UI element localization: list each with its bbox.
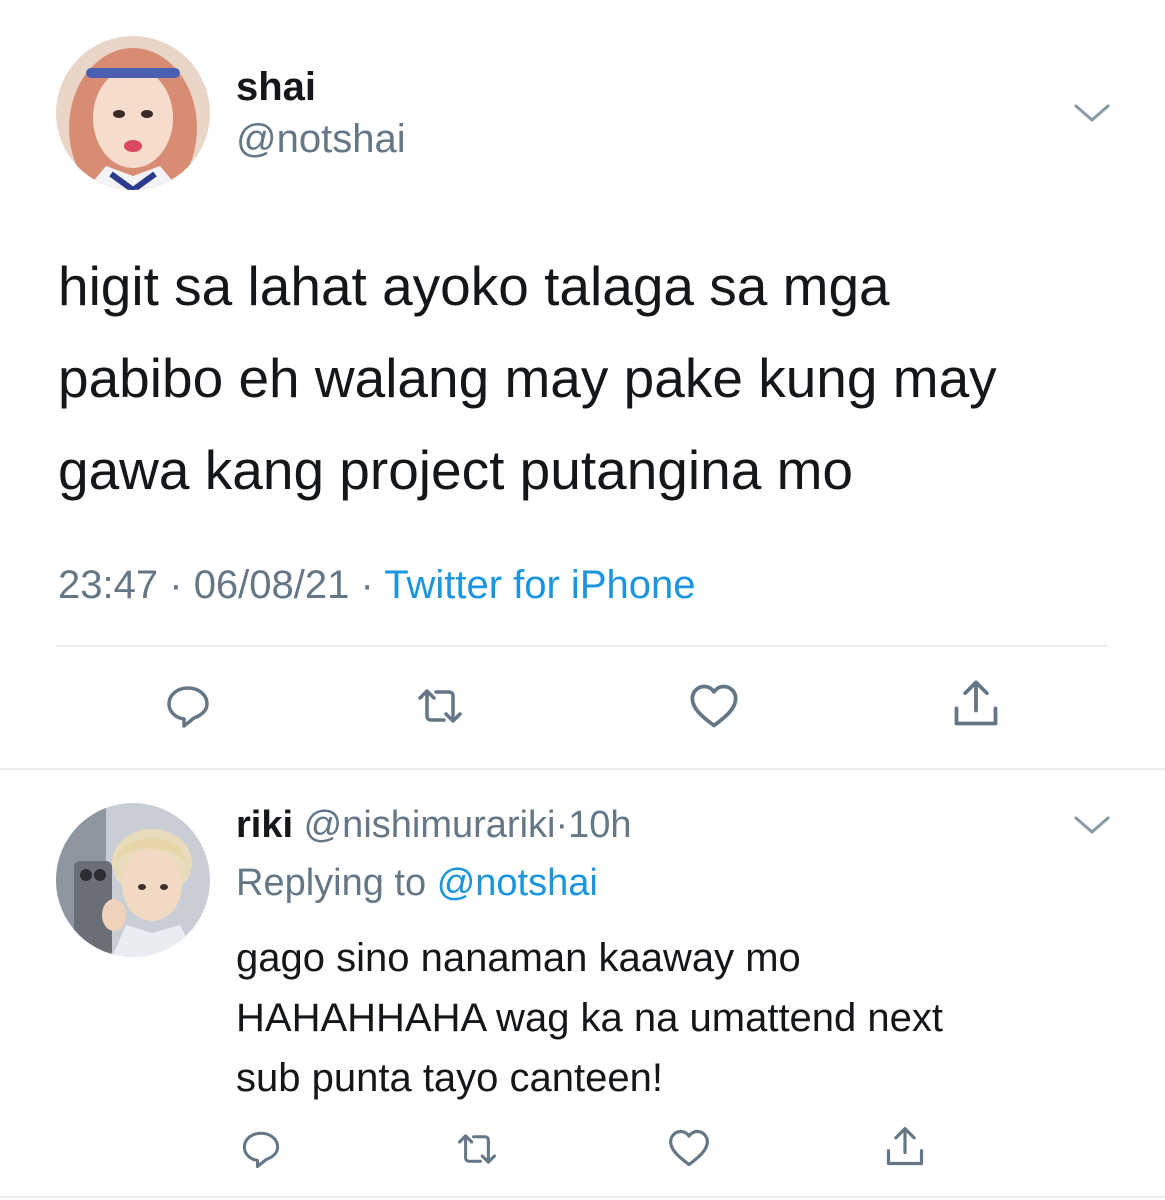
like-icon bbox=[690, 684, 738, 728]
tweet-text-line: pabibo eh walang may pake kung may bbox=[58, 347, 997, 409]
like-button[interactable] bbox=[683, 678, 745, 734]
retweet-icon bbox=[418, 689, 462, 723]
author-handle[interactable]: @notshai bbox=[236, 116, 406, 162]
tweet-menu-button[interactable] bbox=[1072, 98, 1112, 128]
like-button[interactable] bbox=[664, 1124, 714, 1172]
meta-separator: · bbox=[555, 804, 569, 846]
reply-menu-button[interactable] bbox=[1072, 810, 1112, 840]
tweet-text-line: gawa kang project putangina mo bbox=[58, 439, 853, 501]
tweet-text: higit sa lahat ayoko talaga sa mga pabib… bbox=[58, 240, 1138, 516]
avatar-image bbox=[56, 36, 210, 190]
reply-icon bbox=[167, 686, 209, 728]
divider bbox=[0, 1196, 1165, 1198]
avatar-image bbox=[56, 803, 210, 957]
reply-text-line: HAHAHHAHA wag ka na umattend next bbox=[236, 996, 944, 1040]
tweet-source-link[interactable]: Twitter for iPhone bbox=[384, 563, 695, 607]
meta-separator: · bbox=[169, 563, 183, 607]
reply-text: gago sino nanaman kaaway mo HAHAHHAHA wa… bbox=[236, 928, 1136, 1108]
reply-author-name[interactable]: riki bbox=[236, 804, 293, 846]
replying-prefix: Replying to bbox=[236, 862, 427, 904]
retweet-button[interactable] bbox=[452, 1126, 502, 1172]
mention-link[interactable]: @notshai bbox=[437, 862, 598, 904]
reply-button[interactable] bbox=[158, 680, 218, 732]
chevron-down-icon bbox=[1074, 816, 1110, 834]
divider bbox=[56, 645, 1108, 647]
share-button[interactable] bbox=[880, 1122, 930, 1172]
tweet-meta: 23:47 · 06/08/21 · Twitter for iPhone bbox=[58, 560, 695, 610]
reply-button[interactable] bbox=[236, 1126, 286, 1172]
tweet-time[interactable]: 23:47 bbox=[58, 563, 158, 607]
reply-author-handle[interactable]: @nishimurariki bbox=[304, 804, 556, 846]
reply-header: riki @nishimurariki·10h bbox=[236, 800, 632, 850]
tweet-date[interactable]: 06/08/21 bbox=[194, 563, 350, 607]
meta-separator: · bbox=[360, 563, 374, 607]
like-icon bbox=[669, 1129, 709, 1167]
avatar[interactable] bbox=[56, 36, 210, 190]
author-name[interactable]: shai bbox=[236, 64, 316, 110]
retweet-button[interactable] bbox=[410, 680, 470, 732]
share-icon bbox=[954, 680, 998, 726]
reply-icon bbox=[242, 1131, 280, 1169]
retweet-icon bbox=[457, 1134, 497, 1164]
reply-text-line: sub punta tayo canteen! bbox=[236, 1056, 663, 1100]
reply-age[interactable]: 10h bbox=[568, 804, 631, 846]
share-button[interactable] bbox=[946, 676, 1006, 732]
chevron-down-icon bbox=[1074, 104, 1110, 122]
divider bbox=[0, 768, 1165, 770]
replying-to: Replying to @notshai bbox=[236, 858, 598, 908]
reply-text-line: gago sino nanaman kaaway mo bbox=[236, 936, 801, 980]
reply-avatar[interactable] bbox=[56, 803, 210, 957]
share-icon bbox=[886, 1127, 924, 1166]
tweet-text-line: higit sa lahat ayoko talaga sa mga bbox=[58, 255, 890, 317]
